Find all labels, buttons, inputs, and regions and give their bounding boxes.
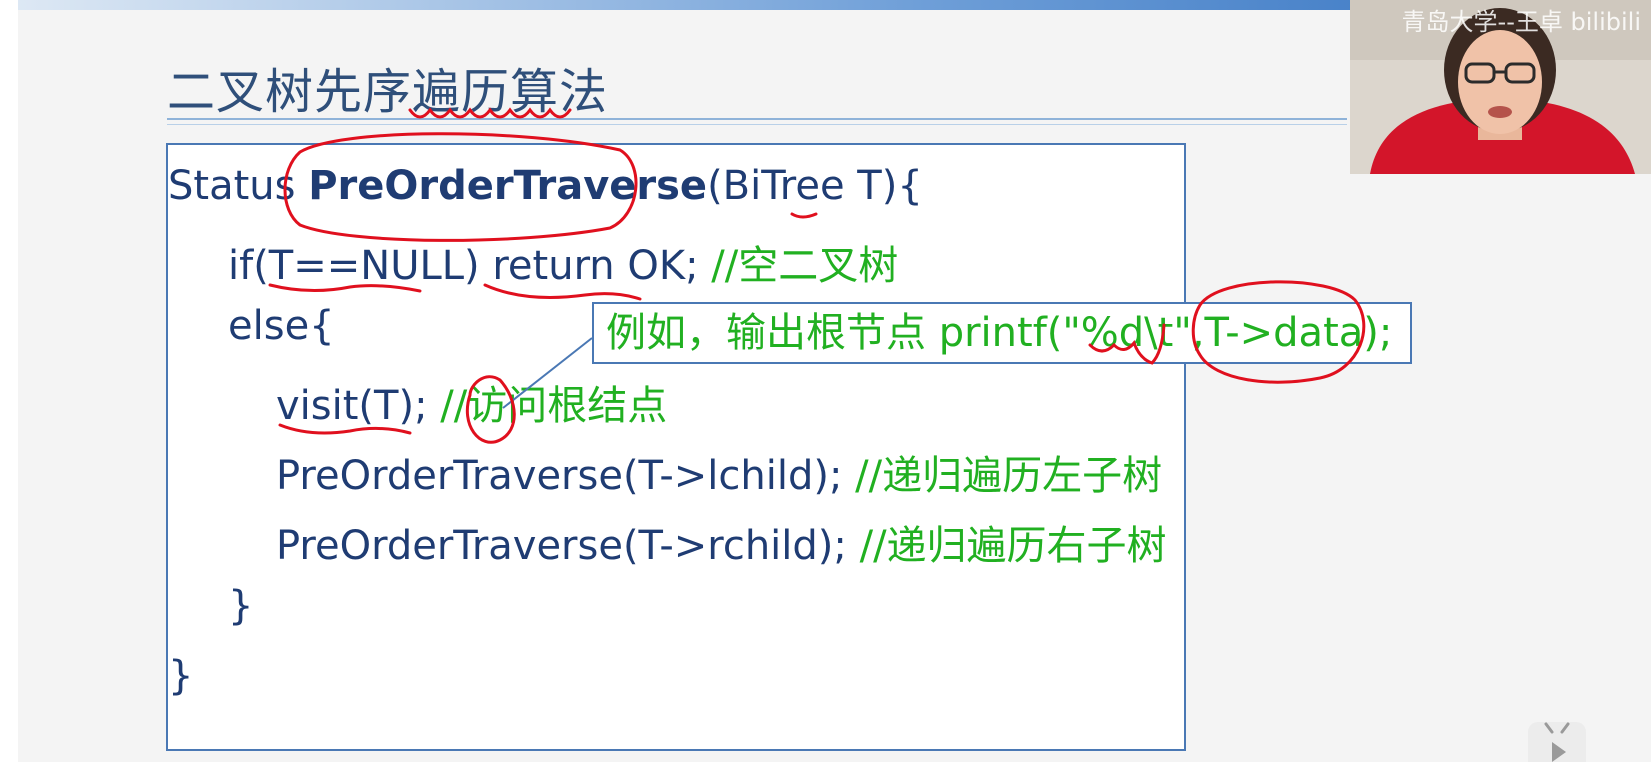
code-line-7: }	[228, 583, 253, 629]
slide-stage: 二叉树先序遍历算法 Status PreOrderTraverse(BiTree…	[0, 0, 1651, 762]
code-line-6: PreOrderTraverse(T->rchild); //递归遍历右子树	[276, 513, 1167, 571]
code-line-2: if(T==NULL) return OK; //空二叉树	[228, 233, 898, 291]
code-line-4: visit(T); //访问根结点	[276, 373, 667, 431]
code-line-1: Status PreOrderTraverse(BiTree T){	[168, 163, 923, 209]
title-divider	[167, 118, 1347, 120]
code-statement: visit(T);	[276, 383, 441, 429]
code-comment: //访问根结点	[440, 383, 668, 429]
code-comment: //递归遍历右子树	[859, 523, 1167, 569]
code-line-3: else{	[228, 303, 335, 349]
code-statement: }	[168, 653, 194, 699]
code-statement: }	[228, 583, 254, 629]
code-function-name: PreOrderTraverse	[308, 163, 708, 209]
code-type: Status	[168, 163, 309, 209]
code-comment: //递归遍历左子树	[855, 453, 1163, 499]
code-statement: PreOrderTraverse(T->rchild);	[276, 523, 860, 569]
code-signature-rest: (BiTree T){	[707, 163, 923, 209]
example-callout: 例如，输出根节点 printf("%d\t",T->data);	[592, 302, 1412, 364]
channel-watermark: 青岛大学--王卓 bilibili	[1401, 8, 1641, 36]
code-statement: if(T==NULL) return OK;	[228, 243, 712, 289]
tv-play-glyph	[1544, 722, 1570, 762]
code-line-5: PreOrderTraverse(T->lchild); //递归遍历左子树	[276, 443, 1162, 501]
slide-title: 二叉树先序遍历算法	[167, 64, 609, 120]
presenter-webcam: 青岛大学--王卓 bilibili	[1350, 0, 1651, 174]
code-statement: else{	[228, 303, 335, 349]
code-comment: //空二叉树	[711, 243, 899, 289]
code-box: Status PreOrderTraverse(BiTree T){ if(T=…	[166, 143, 1186, 751]
code-line-8: }	[168, 653, 193, 699]
title-divider-thin	[167, 124, 1347, 125]
bilibili-tv-icon[interactable]	[1528, 722, 1586, 762]
code-statement: PreOrderTraverse(T->lchild);	[276, 453, 856, 499]
